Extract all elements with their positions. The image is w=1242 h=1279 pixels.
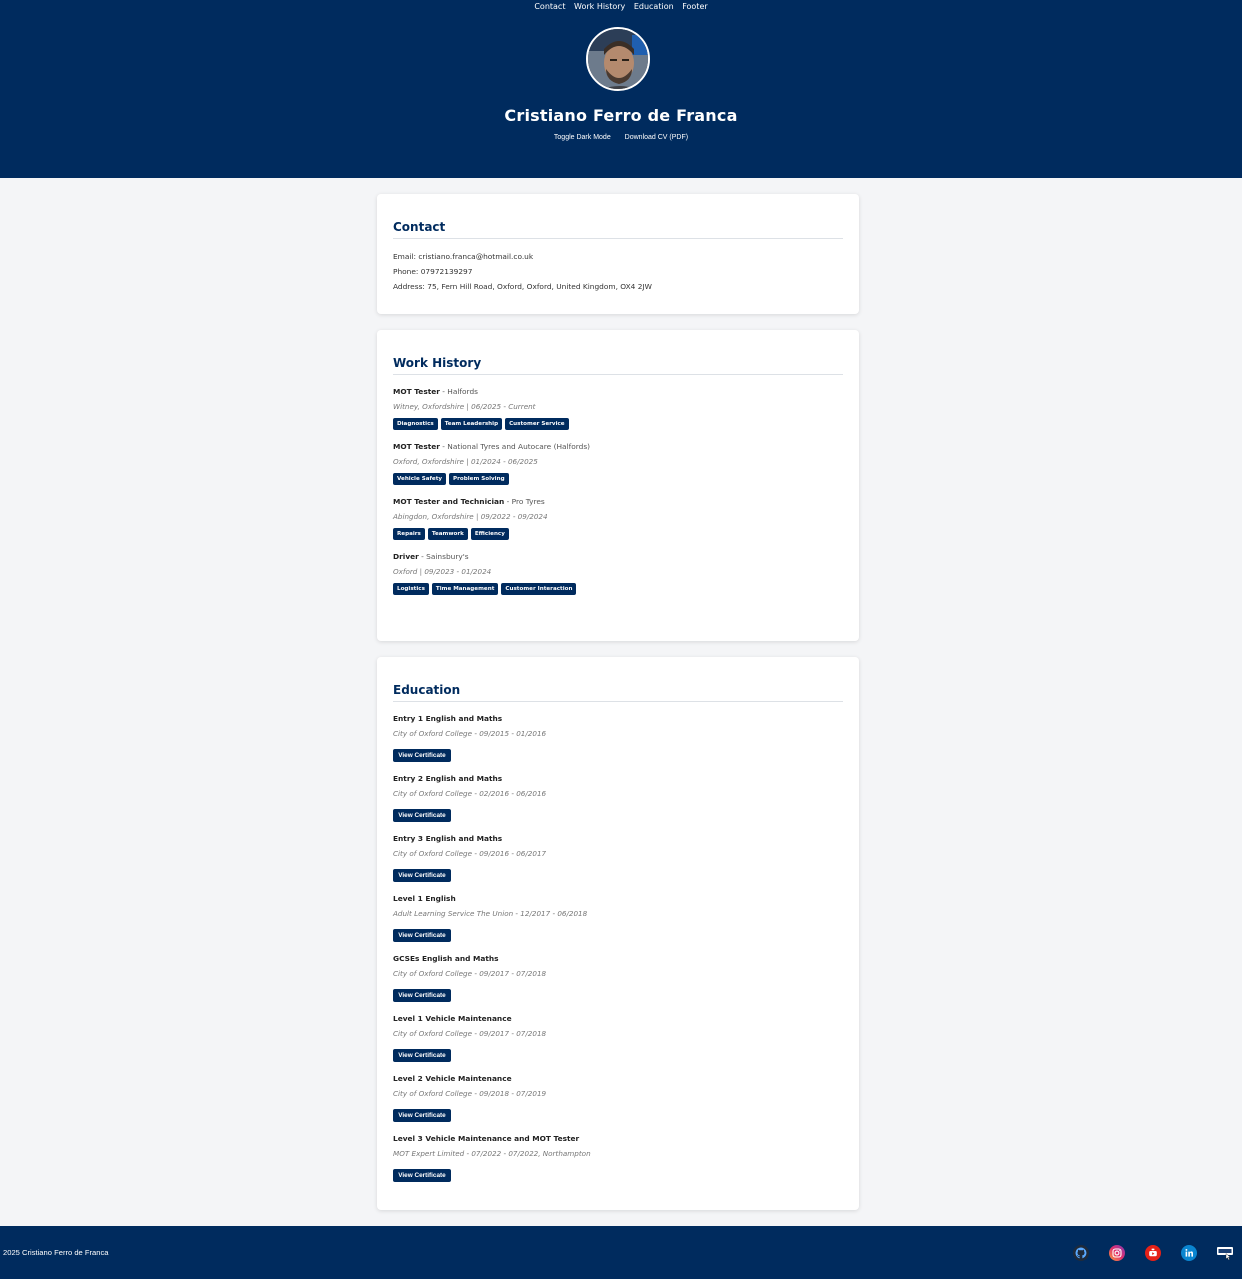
linkedin-icon[interactable] [1181,1245,1197,1261]
education-item: Level 3 Vehicle Maintenance and MOT Test… [393,1132,843,1192]
profile-name: Cristiano Ferro de Franca [504,106,738,125]
education-item: Level 1 English Adult Learning Service T… [393,892,843,952]
indeed-icon[interactable] [1217,1245,1233,1261]
view-certificate-button[interactable]: View Certificate [393,809,451,822]
header-actions: Toggle Dark Mode Download CV (PDF) [0,134,1242,141]
view-certificate-button[interactable]: View Certificate [393,1169,451,1182]
skill-tags: Vehicle Safety Problem Solving [393,473,843,485]
view-certificate-button[interactable]: View Certificate [393,749,451,762]
skill-tags: Logistics Time Management Customer Inter… [393,583,843,595]
education-title: Level 1 Vehicle Maintenance [393,1014,512,1023]
education-meta: City of Oxford College - 09/2017 - 07/20… [393,1029,547,1038]
job-item: MOT Tester and Technician - Pro Tyres Ab… [393,495,843,540]
education-title: Level 3 Vehicle Maintenance and MOT Test… [393,1134,580,1143]
education-section: Education Entry 1 English and Maths City… [377,657,859,1210]
education-item: Entry 3 English and Maths City of Oxford… [393,832,843,892]
skill-tag: Team Leadership [440,418,503,430]
education-item: Entry 1 English and Maths City of Oxford… [393,712,843,772]
contact-section: Contact Email: cristiano.franca@hotmail.… [377,194,859,314]
job-meta: Witney, Oxfordshire | 06/2025 - Current [393,402,536,411]
view-certificate-button[interactable]: View Certificate [393,1049,451,1062]
contact-email: Email: cristiano.franca@hotmail.co.uk [393,252,534,261]
job-item: MOT Tester - National Tyres and Autocare… [393,440,843,485]
copyright-text: 2025 Cristiano Ferro de Franca [3,1248,109,1257]
job-title: MOT Tester and Technician [393,497,505,506]
toggle-dark-mode-button[interactable]: Toggle Dark Mode [554,134,611,141]
nav-link-contact[interactable]: Contact [534,2,565,11]
education-title: Entry 2 English and Maths [393,774,503,783]
nav-link-work-history[interactable]: Work History [574,2,625,11]
view-certificate-button[interactable]: View Certificate [393,869,451,882]
job-title: Driver [393,552,419,561]
skill-tag: Logistics [393,583,429,595]
skill-tags: Diagnostics Team Leadership Customer Ser… [393,418,843,430]
page-footer: 2025 Cristiano Ferro de Franca [0,1226,1242,1279]
job-meta: Abingdon, Oxfordshire | 09/2022 - 09/202… [393,512,548,521]
job-title: MOT Tester [393,387,440,396]
page-header: Contact Work History Education Footer Cr… [0,0,1242,178]
skill-tag: Customer Interaction [501,583,577,595]
skill-tag: Vehicle Safety [393,473,447,485]
work-history-heading: Work History [393,356,843,375]
education-meta: City of Oxford College - 09/2016 - 06/20… [393,849,547,858]
education-item: Level 2 Vehicle Maintenance City of Oxfo… [393,1072,843,1132]
education-title: Entry 3 English and Maths [393,834,503,843]
github-icon[interactable] [1073,1245,1089,1261]
download-cv-button[interactable]: Download CV (PDF) [625,134,688,141]
contact-phone: Phone: 07972139297 [393,267,473,276]
education-item: GCSEs English and Maths City of Oxford C… [393,952,843,1012]
job-title-line: Driver - Sainsbury's [393,550,843,564]
job-item: MOT Tester - Halfords Witney, Oxfordshir… [393,385,843,430]
education-meta: City of Oxford College - 09/2017 - 07/20… [393,969,547,978]
skill-tag: Efficiency [470,528,509,540]
nav-link-education[interactable]: Education [634,2,674,11]
job-company: - Pro Tyres [504,497,545,506]
job-company: - National Tyres and Autocare (Halfords) [439,442,591,451]
skill-tag: Diagnostics [393,418,438,430]
skill-tag: Customer Service [505,418,569,430]
education-meta: City of Oxford College - 02/2016 - 06/20… [393,789,547,798]
education-title: Level 2 Vehicle Maintenance [393,1074,512,1083]
education-meta: Adult Learning Service The Union - 12/20… [393,909,588,918]
education-meta: City of Oxford College - 09/2018 - 07/20… [393,1089,547,1098]
education-title: Level 1 English [393,894,456,903]
education-item: Entry 2 English and Maths City of Oxford… [393,772,843,832]
skill-tag: Teamwork [427,528,468,540]
education-heading: Education [393,683,843,702]
job-title-line: MOT Tester - National Tyres and Autocare… [393,440,843,454]
education-meta: City of Oxford College - 09/2015 - 01/20… [393,729,547,738]
work-history-section: Work History MOT Tester - Halfords Witne… [377,330,859,641]
view-certificate-button[interactable]: View Certificate [393,989,451,1002]
job-meta: Oxford, Oxfordshire | 01/2024 - 06/2025 [393,457,538,466]
youtube-icon[interactable] [1145,1245,1161,1261]
view-certificate-button[interactable]: View Certificate [393,929,451,942]
top-nav: Contact Work History Education Footer [0,2,1242,11]
education-title: GCSEs English and Maths [393,954,499,963]
job-company: - Halfords [439,387,479,396]
job-title: MOT Tester [393,442,440,451]
skill-tag: Repairs [393,528,425,540]
contact-address: Address: 75, Fern Hill Road, Oxford, Oxf… [393,282,652,291]
job-item: Driver - Sainsbury's Oxford | 09/2023 - … [393,550,843,595]
job-title-line: MOT Tester and Technician - Pro Tyres [393,495,843,509]
view-certificate-button[interactable]: View Certificate [393,1109,451,1122]
job-company: - Sainsbury's [418,552,469,561]
profile-avatar [586,27,650,91]
education-item: Level 1 Vehicle Maintenance City of Oxfo… [393,1012,843,1072]
skill-tags: Repairs Teamwork Efficiency [393,528,843,540]
job-meta: Oxford | 09/2023 - 01/2024 [393,567,492,576]
nav-link-footer[interactable]: Footer [682,2,707,11]
education-title: Entry 1 English and Maths [393,714,503,723]
contact-heading: Contact [393,220,843,239]
skill-tag: Time Management [431,583,499,595]
education-meta: MOT Expert Limited - 07/2022 - 07/2022, … [393,1149,591,1158]
job-title-line: MOT Tester - Halfords [393,385,843,399]
skill-tag: Problem Solving [449,473,509,485]
instagram-icon[interactable] [1109,1245,1125,1261]
